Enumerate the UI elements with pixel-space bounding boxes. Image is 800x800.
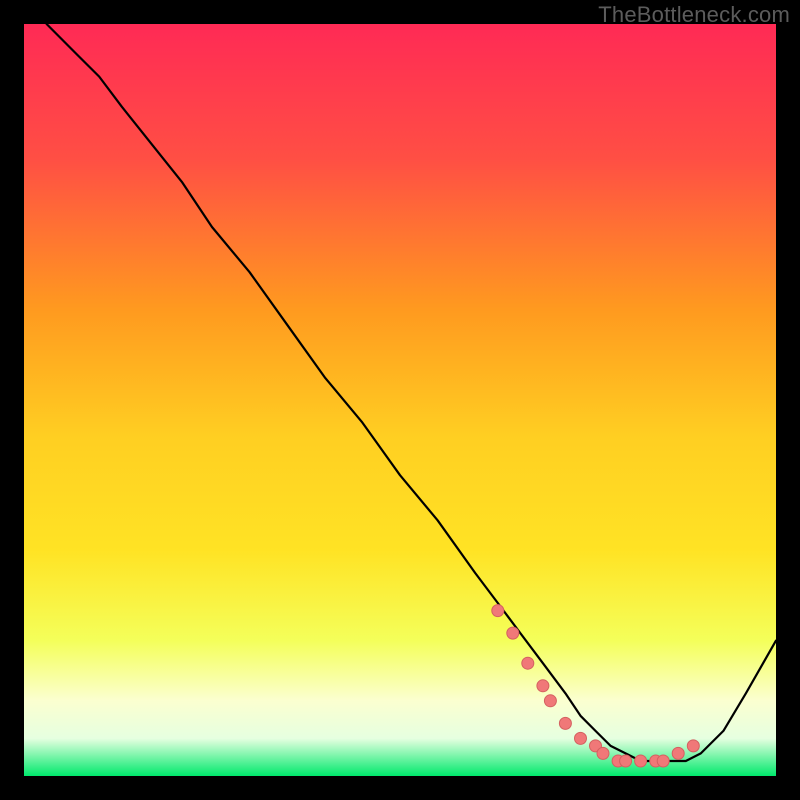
curve-dot bbox=[620, 755, 632, 767]
curve-dot bbox=[492, 605, 504, 617]
curve-dot bbox=[672, 747, 684, 759]
plot-background bbox=[24, 24, 776, 776]
curve-dot bbox=[537, 680, 549, 692]
curve-dot bbox=[507, 627, 519, 639]
curve-dot bbox=[657, 755, 669, 767]
chart-svg bbox=[0, 0, 800, 800]
watermark-text: TheBottleneck.com bbox=[598, 2, 790, 28]
curve-dot bbox=[687, 740, 699, 752]
curve-dot bbox=[522, 657, 534, 669]
curve-dot bbox=[544, 695, 556, 707]
curve-dot bbox=[597, 747, 609, 759]
curve-dot bbox=[575, 732, 587, 744]
curve-dot bbox=[635, 755, 647, 767]
curve-dot bbox=[559, 717, 571, 729]
chart-stage: { "watermark": "TheBottleneck.com", "col… bbox=[0, 0, 800, 800]
